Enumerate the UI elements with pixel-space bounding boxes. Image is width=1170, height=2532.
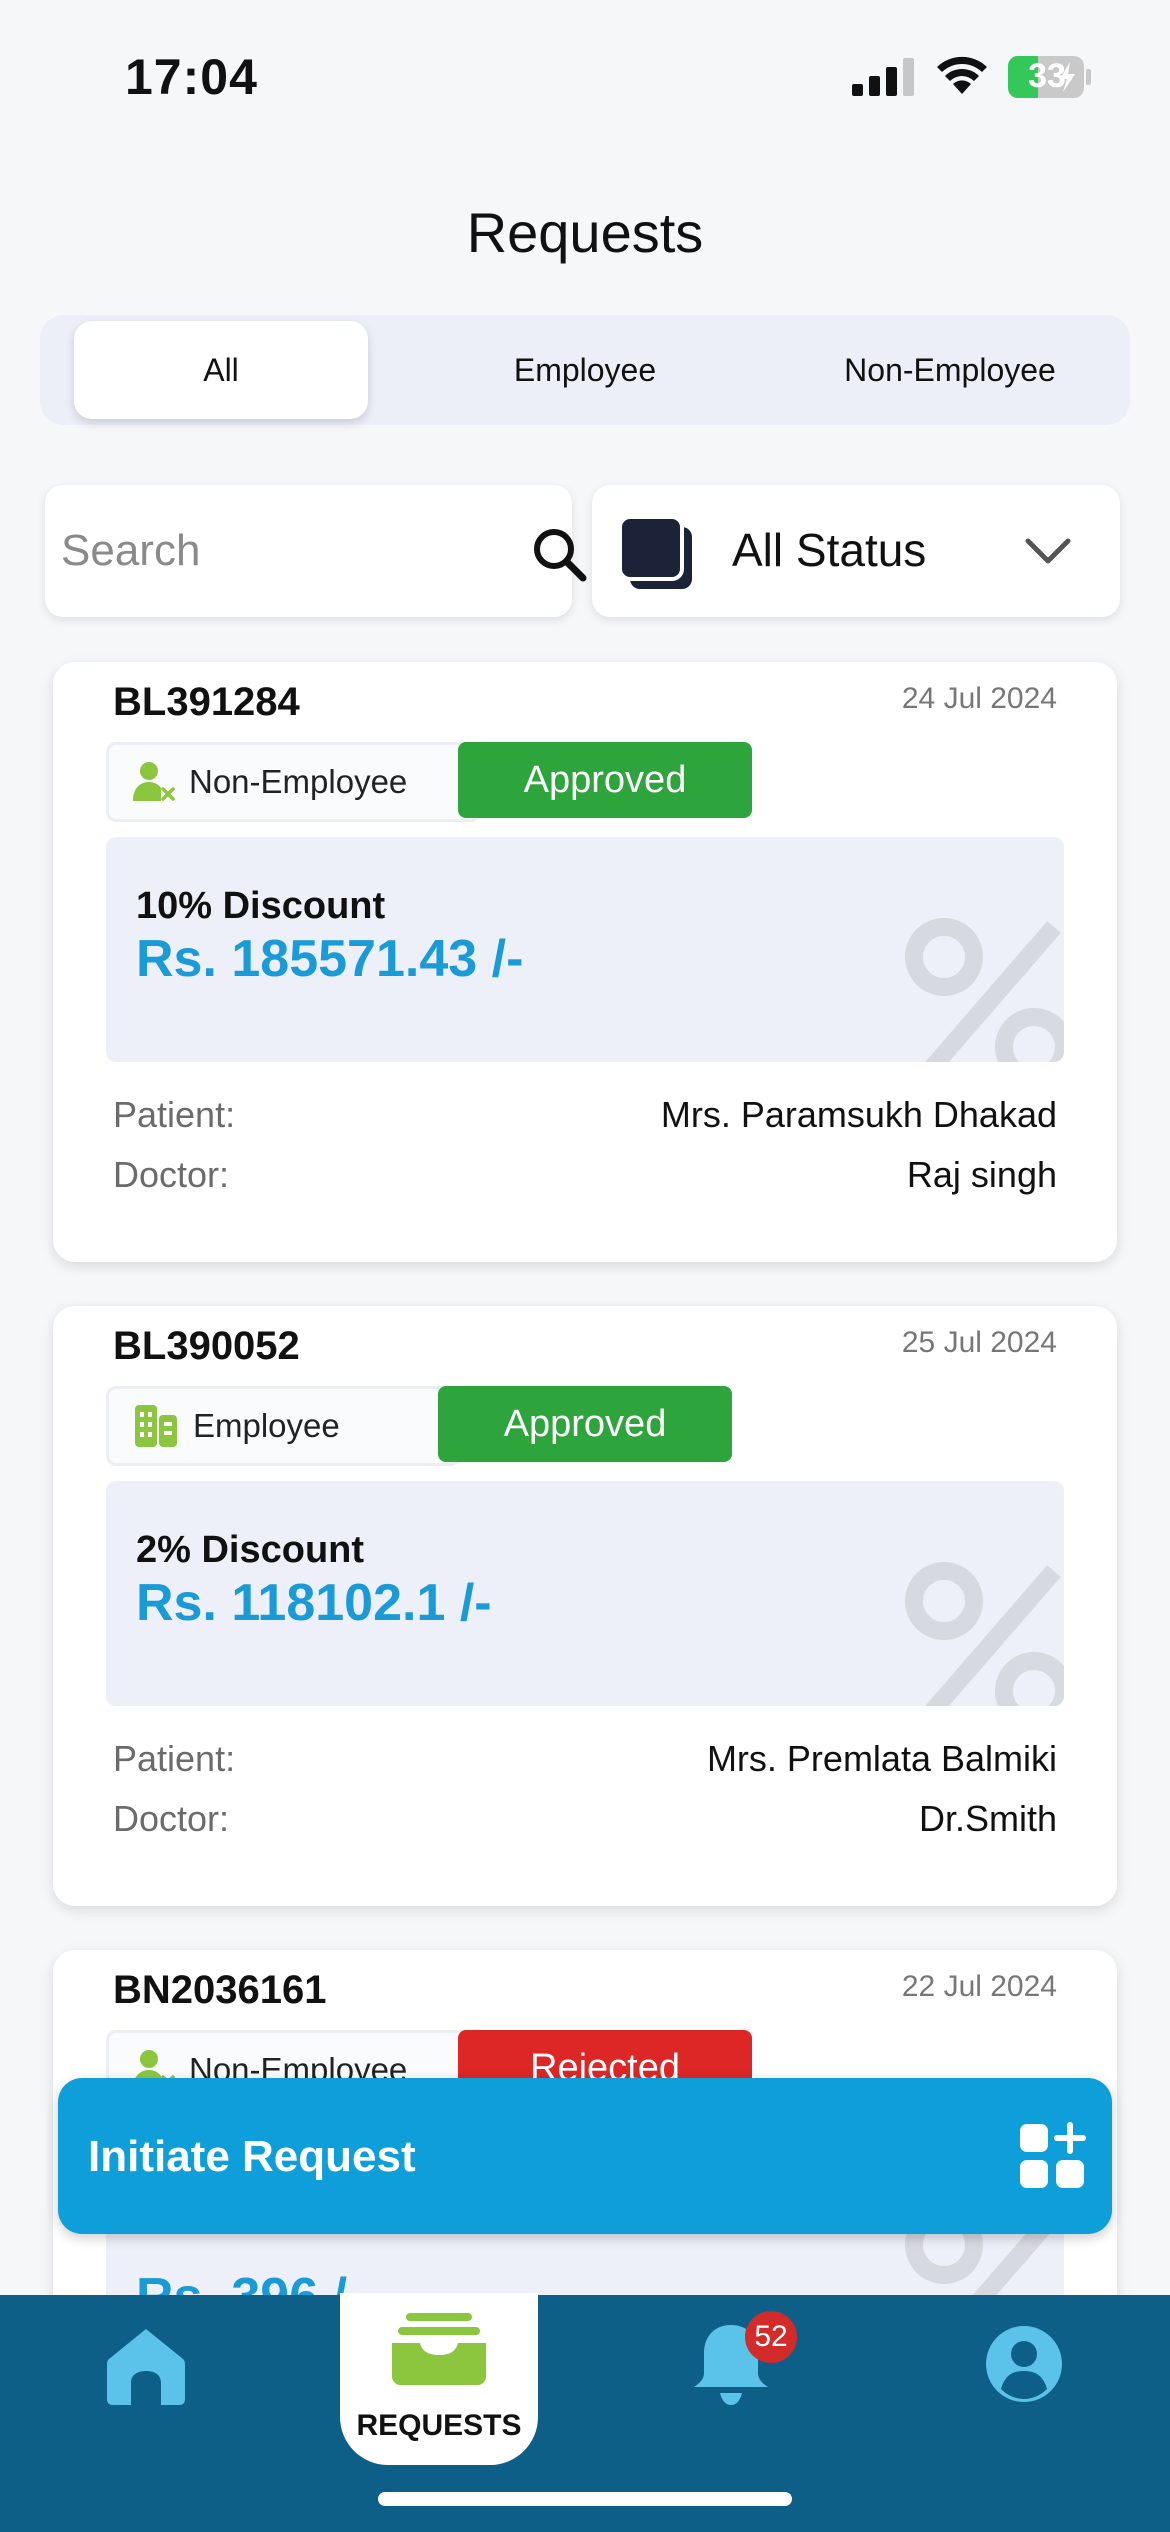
cellular-signal-icon	[852, 58, 914, 96]
type-badge: Non-Employee	[106, 742, 481, 822]
discount-label: 2% Discount	[136, 1529, 365, 1571]
home-indicator	[378, 2492, 792, 2506]
request-date: 25 Jul 2024	[901, 1326, 1057, 1359]
patient-label: Patient:	[113, 1094, 236, 1135]
request-card[interactable]: BL391284 24 Jul 2024 Non-Employee Approv…	[53, 662, 1117, 1262]
page-title: Requests	[466, 201, 704, 264]
doctor-name: Dr.Smith	[918, 1798, 1057, 1839]
doctor-name: Raj singh	[906, 1154, 1057, 1195]
building-icon	[135, 1405, 177, 1447]
status-filter-dropdown[interactable]: All Status	[592, 485, 1120, 617]
segmented-tabs: All Employee Non-Employee	[40, 315, 1130, 425]
type-label: Employee	[193, 1407, 340, 1444]
request-id: BL391284	[113, 680, 300, 724]
request-card[interactable]: BL390052 25 Jul 2024 Employee Approved 2…	[53, 1306, 1117, 1906]
initiate-request-label: Initiate Request	[88, 2132, 416, 2181]
search-icon[interactable]	[530, 525, 588, 583]
battery-level: 33	[1028, 57, 1066, 95]
search-box[interactable]	[45, 485, 587, 617]
home-icon[interactable]	[105, 2325, 187, 2407]
doctor-label: Doctor:	[113, 1154, 230, 1195]
profile-icon[interactable]	[985, 2325, 1063, 2403]
discount-label: 10% Discount	[136, 885, 386, 927]
doctor-label: Doctor:	[113, 1798, 230, 1839]
discount-amount: Rs. 185571.43 /-	[136, 930, 524, 988]
notification-count-badge: 52	[745, 2311, 797, 2363]
tab-all[interactable]: All	[74, 321, 368, 419]
discount-panel: 2% Discount Rs. 118102.1 /-	[106, 1481, 1064, 1706]
chevron-down-icon	[1025, 538, 1071, 564]
grid-add-icon	[1020, 2122, 1086, 2188]
patient-label: Patient:	[113, 1738, 236, 1779]
search-input[interactable]	[61, 485, 481, 617]
request-id: BL390052	[113, 1324, 300, 1368]
nav-requests-label: REQUESTS	[356, 2409, 522, 2442]
status-badge: Approved	[458, 742, 752, 818]
status-time: 17:04	[125, 49, 258, 105]
request-date: 24 Jul 2024	[901, 682, 1057, 715]
stack-icon	[618, 515, 692, 589]
nav-requests[interactable]: REQUESTS	[340, 2293, 538, 2465]
request-date: 22 Jul 2024	[901, 1970, 1057, 2003]
tab-employee[interactable]: Employee	[440, 321, 730, 419]
discount-panel: 10% Discount Rs. 185571.43 /-	[106, 837, 1064, 1062]
type-label: Non-Employee	[189, 763, 408, 800]
filter-selected-value: All Status	[732, 524, 927, 576]
status-bar: 17:04 33	[0, 0, 1170, 150]
percent-icon	[905, 918, 1064, 1062]
percent-icon	[905, 1562, 1064, 1706]
request-id: BN2036161	[113, 1968, 327, 2012]
patient-name: Mrs. Premlata Balmiki	[706, 1738, 1057, 1779]
tab-non-employee[interactable]: Non-Employee	[800, 321, 1100, 419]
non-employee-icon	[133, 762, 175, 801]
wifi-icon	[937, 56, 987, 94]
discount-amount: Rs. 118102.1 /-	[136, 1574, 492, 1632]
initiate-request-button[interactable]: Initiate Request	[58, 2078, 1112, 2234]
patient-name: Mrs. Paramsukh Dhakad	[660, 1094, 1057, 1135]
status-badge: Approved	[438, 1386, 732, 1462]
inbox-icon	[392, 2313, 486, 2385]
type-badge: Employee	[106, 1386, 460, 1466]
